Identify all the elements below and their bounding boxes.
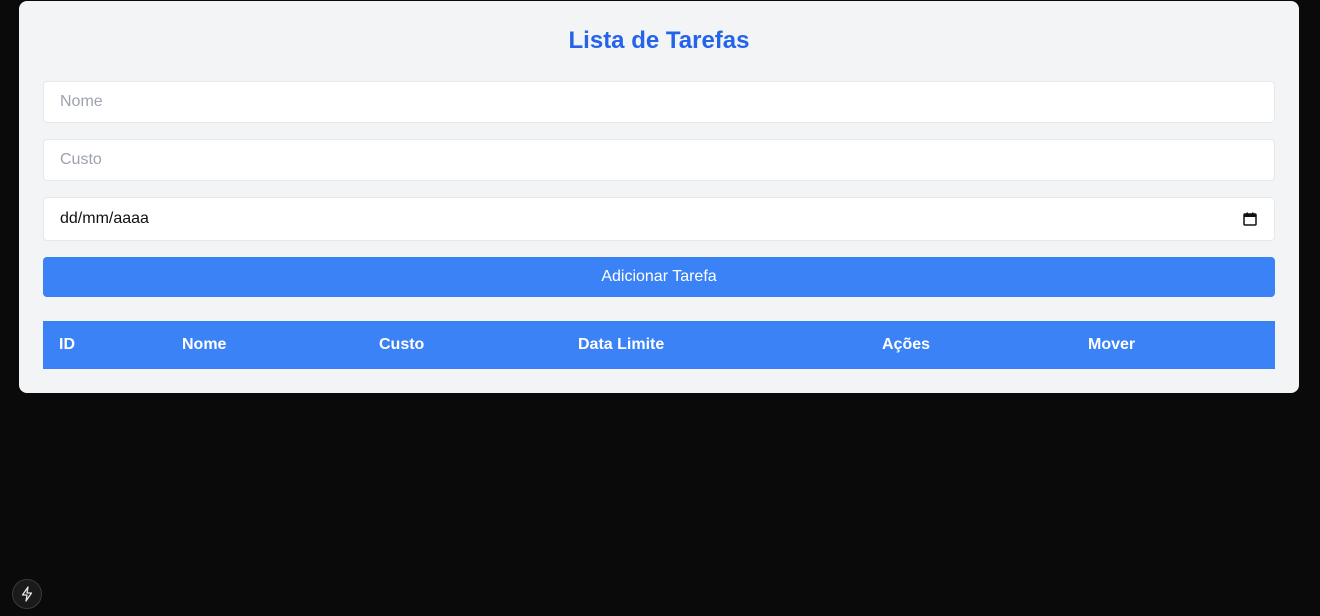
column-header-data-limite: Data Limite	[578, 336, 665, 353]
page-title: Lista de Tarefas	[568, 27, 750, 54]
nome-input[interactable]	[43, 81, 1275, 123]
custo-input[interactable]	[43, 139, 1275, 181]
calendar-icon[interactable]	[1242, 211, 1258, 227]
data-limite-input[interactable]: dd/mm/aaaa	[43, 197, 1275, 241]
column-header-mover: Mover	[1088, 336, 1136, 353]
lightning-bolt-icon	[20, 586, 34, 602]
tasks-table: ID Nome Custo Data Limite Ações Mover	[43, 321, 1275, 369]
task-list-card: Lista de Tarefas dd/mm/aaaa Adicionar Ta…	[19, 1, 1299, 393]
dev-indicator-button[interactable]	[12, 579, 42, 609]
column-header-id: ID	[59, 336, 75, 353]
column-header-custo: Custo	[379, 336, 425, 353]
column-header-acoes: Ações	[882, 336, 931, 353]
add-task-button[interactable]: Adicionar Tarefa	[43, 257, 1275, 297]
date-input-value: dd/mm/aaaa	[60, 210, 149, 227]
table-header-row: ID Nome Custo Data Limite Ações Mover	[43, 321, 1275, 369]
column-header-nome: Nome	[182, 336, 227, 353]
